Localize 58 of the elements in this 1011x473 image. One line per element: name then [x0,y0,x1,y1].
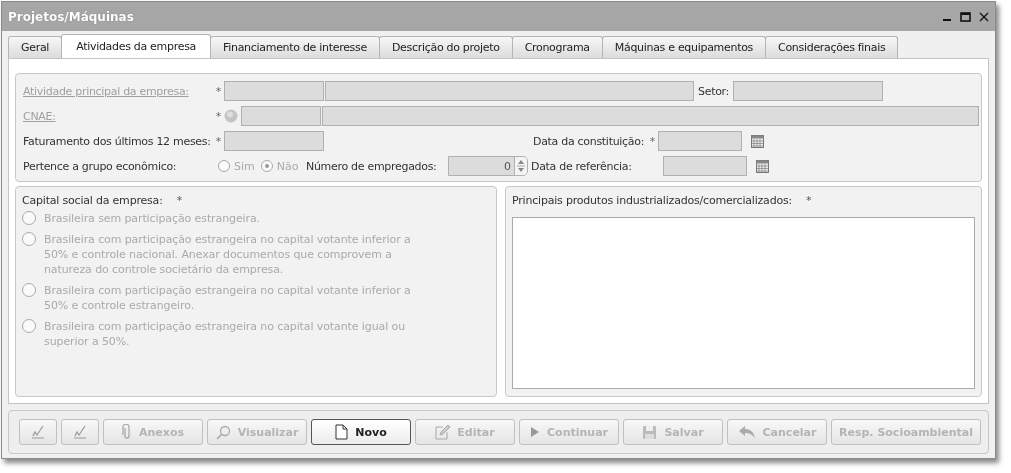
required-mark: * [214,84,223,98]
paperclip-icon [122,424,132,440]
radio-button[interactable] [22,211,36,225]
signature-icon [72,424,88,440]
tab[interactable]: Financiamento de interesse [210,36,380,58]
radio-button[interactable] [22,283,36,297]
required-mark: * [648,134,657,148]
field-label: Pertence a grupo econômico: [23,159,178,173]
search-icon [215,424,231,440]
section-label: Principais produtos industrializados/comercializados: [512,194,792,207]
radio-label: Brasileira com participação estrangeira no capital votante inferior a 50% e controle nacional. Anexar documentos que comprovem a natureza do controle societário da empresa. [44,232,412,277]
field-label: Data da constituição: [533,134,646,148]
date-field[interactable] [658,131,742,151]
input-field[interactable] [224,81,324,101]
signature-icon [30,424,46,440]
radio-button[interactable] [218,160,230,172]
radio-label: Brasileira sem participação estrangeira. [44,211,262,226]
input-field[interactable] [322,106,979,126]
tab[interactable]: Considerações finais [765,36,899,58]
play-icon [530,426,540,438]
window-title: Projetos/Máquinas [8,9,134,24]
close-icon[interactable] [979,11,989,22]
new-document-icon [335,424,349,440]
calendar-icon[interactable] [751,134,764,148]
input-field[interactable] [241,106,321,126]
radio-label: Sim [234,159,255,173]
maximize-icon[interactable] [960,11,971,22]
save-icon [642,424,658,440]
pencil-icon [435,424,451,440]
section-label: Capital social da empresa: [22,194,163,207]
calendar-icon[interactable] [756,159,769,173]
field-label: Faturamento dos últimos 12 meses: [23,134,212,148]
radio-label: Brasileira com participação estrangeira no capital votante igual ou superior a 50%. [44,319,407,349]
input-field[interactable] [224,131,324,151]
input-field[interactable] [325,81,694,101]
number-spinner[interactable]: 0 [448,156,528,176]
required-mark: * [214,134,223,148]
tab[interactable]: Máquinas e equipamentos [601,36,767,58]
input-field[interactable] [733,81,884,101]
radio-button[interactable] [22,232,36,246]
radio-button[interactable] [260,160,273,172]
radio-label: Brasileira com participação estrangeira no capital votante inferior a 50% e controle estrangeiro. [44,283,412,313]
field-label: Setor: [698,84,730,98]
tab[interactable]: Geral [8,36,63,58]
radio-label: Não [276,159,299,173]
required-mark: * [176,194,182,207]
undo-icon [737,425,756,439]
field-label: Número de empregados: [306,159,438,173]
required-mark: * [806,194,812,207]
tab[interactable]: Cronograma [511,36,603,58]
tab[interactable]: Atividades da empresa [61,34,211,58]
help-icon[interactable] [224,109,238,123]
tab[interactable]: Descrição do projeto [378,36,513,58]
toolbar-button[interactable]: Novo [311,419,411,445]
radio-button[interactable] [22,319,36,333]
field-label: Data de referência: [531,159,633,173]
date-field[interactable] [663,156,747,176]
required-mark: * [214,109,223,123]
